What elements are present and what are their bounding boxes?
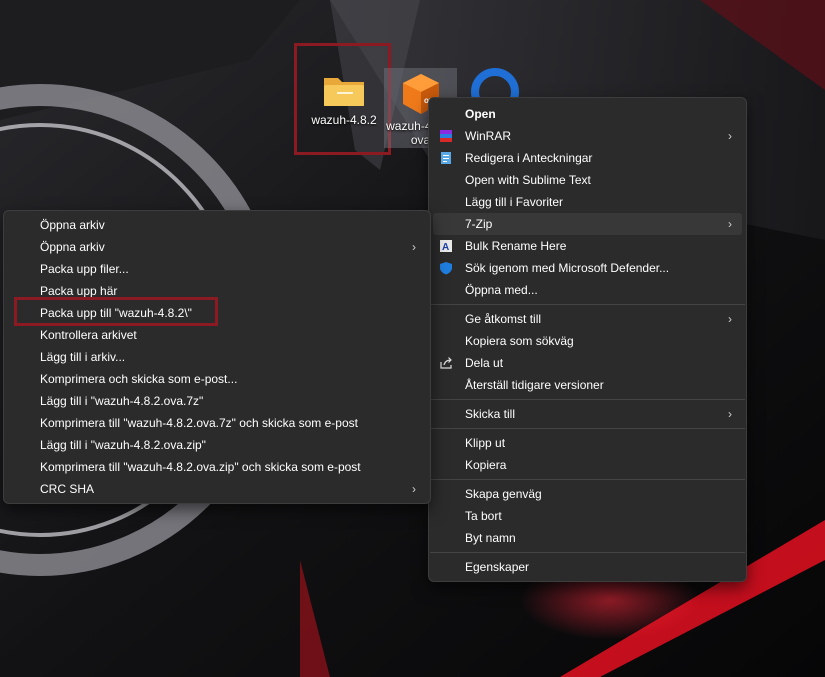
menu-separator [430,479,745,480]
menu-item-label: CRC SHA [40,482,95,496]
submenu-item-extract-files[interactable]: Packa upp filer... [8,258,426,280]
extract-to-highlight-frame [14,297,218,326]
menu-item-restore-versions[interactable]: Återställ tidigare versioner [433,374,742,396]
menu-item-send-to[interactable]: Skicka till › [433,403,742,425]
defender-shield-icon [440,262,452,275]
menu-item-label: Ge åtkomst till [465,312,542,326]
submenu-item-compress-zip-email[interactable]: Komprimera till "wazuh-4.8.2.ova.zip" oc… [8,456,426,478]
menu-item-cut[interactable]: Klipp ut [433,432,742,454]
menu-item-label: Skicka till [465,407,516,421]
menu-item-defender-scan[interactable]: Sök igenom med Microsoft Defender... [433,257,742,279]
menu-item-label: Öppna arkiv [40,240,105,254]
menu-item-label: Komprimera till "wazuh-4.8.2.ova.zip" oc… [40,460,361,474]
menu-separator [430,428,745,429]
menu-item-label: Kontrollera arkivet [40,328,137,342]
menu-item-add-favorites[interactable]: Lägg till i Favoriter [433,191,742,213]
svg-text:A: A [442,242,449,253]
menu-item-label: Komprimera till "wazuh-4.8.2.ova.7z" och… [40,416,358,430]
folder-highlight-frame [294,43,391,155]
context-menu: Open WinRAR › Redigera i Anteckningar Op… [428,97,747,582]
menu-item-open[interactable]: Open [433,103,742,125]
chevron-right-icon: › [728,129,732,143]
menu-item-give-access[interactable]: Ge åtkomst till › [433,308,742,330]
menu-item-label: Packa upp filer... [40,262,129,276]
menu-item-label: Öppna med... [465,283,538,297]
chevron-right-icon: › [412,482,416,496]
menu-item-open-sublime[interactable]: Open with Sublime Text [433,169,742,191]
chevron-right-icon: › [728,407,732,421]
menu-item-winrar[interactable]: WinRAR › [433,125,742,147]
menu-item-7zip[interactable]: 7-Zip › [433,213,742,235]
submenu-item-add-to-zip[interactable]: Lägg till i "wazuh-4.8.2.ova.zip" [8,434,426,456]
submenu-item-open-archive[interactable]: Öppna arkiv [8,214,426,236]
menu-item-label: Sök igenom med Microsoft Defender... [465,261,670,275]
chevron-right-icon: › [728,312,732,326]
menu-item-label: Lägg till i arkiv... [40,350,126,364]
menu-item-label: Klipp ut [465,436,506,450]
menu-item-delete[interactable]: Ta bort [433,505,742,527]
submenu-item-crc-sha[interactable]: CRC SHA › [8,478,426,500]
menu-separator [430,552,745,553]
menu-item-copy[interactable]: Kopiera [433,454,742,476]
menu-item-label: Öppna arkiv [40,218,105,232]
submenu-item-add-to-archive[interactable]: Lägg till i arkiv... [8,346,426,368]
menu-item-label: Skapa genväg [465,487,542,501]
menu-item-share[interactable]: Dela ut [433,352,742,374]
notepad-icon [441,152,451,164]
menu-item-label: Open [465,107,496,121]
menu-item-open-with[interactable]: Öppna med... [433,279,742,301]
menu-separator [430,399,745,400]
submenu-item-open-archive-more[interactable]: Öppna arkiv › [8,236,426,258]
submenu-item-compress-7z-email[interactable]: Komprimera till "wazuh-4.8.2.ova.7z" och… [8,412,426,434]
menu-item-copy-as-path[interactable]: Kopiera som sökväg [433,330,742,352]
menu-item-bulk-rename[interactable]: A Bulk Rename Here [433,235,742,257]
menu-item-label: Ta bort [465,509,502,523]
menu-item-label: Komprimera och skicka som e-post... [40,372,238,386]
menu-item-rename[interactable]: Byt namn [433,527,742,549]
menu-item-edit-notepad[interactable]: Redigera i Anteckningar [433,147,742,169]
menu-item-label: Lägg till i "wazuh-4.8.2.ova.7z" [40,394,204,408]
bulk-rename-icon: A [440,240,452,253]
menu-item-label: Kopiera [465,458,507,472]
menu-item-label: Open with Sublime Text [465,173,591,187]
menu-item-properties[interactable]: Egenskaper [433,556,742,578]
chevron-right-icon: › [412,240,416,254]
menu-item-label: Dela ut [465,356,504,370]
7zip-submenu: Öppna arkiv Öppna arkiv › Packa upp file… [3,210,431,504]
chevron-right-icon: › [728,217,732,231]
menu-item-label: Redigera i Anteckningar [465,151,593,165]
menu-item-label: Bulk Rename Here [465,239,567,253]
menu-item-create-shortcut[interactable]: Skapa genväg [433,483,742,505]
menu-item-label: 7-Zip [465,217,493,231]
submenu-item-add-to-7z[interactable]: Lägg till i "wazuh-4.8.2.ova.7z" [8,390,426,412]
menu-item-label: Lägg till i "wazuh-4.8.2.ova.zip" [40,438,206,452]
share-icon [440,357,452,369]
menu-item-label: Egenskaper [465,560,530,574]
menu-item-label: Återställ tidigare versioner [465,378,604,392]
submenu-item-test-archive[interactable]: Kontrollera arkivet [8,324,426,346]
menu-item-label: Lägg till i Favoriter [465,195,564,209]
winrar-icon [440,130,452,142]
menu-item-label: WinRAR [465,129,512,143]
menu-item-label: Kopiera som sökväg [465,334,574,348]
menu-item-label: Byt namn [465,531,516,545]
submenu-item-compress-email[interactable]: Komprimera och skicka som e-post... [8,368,426,390]
menu-separator [430,304,745,305]
